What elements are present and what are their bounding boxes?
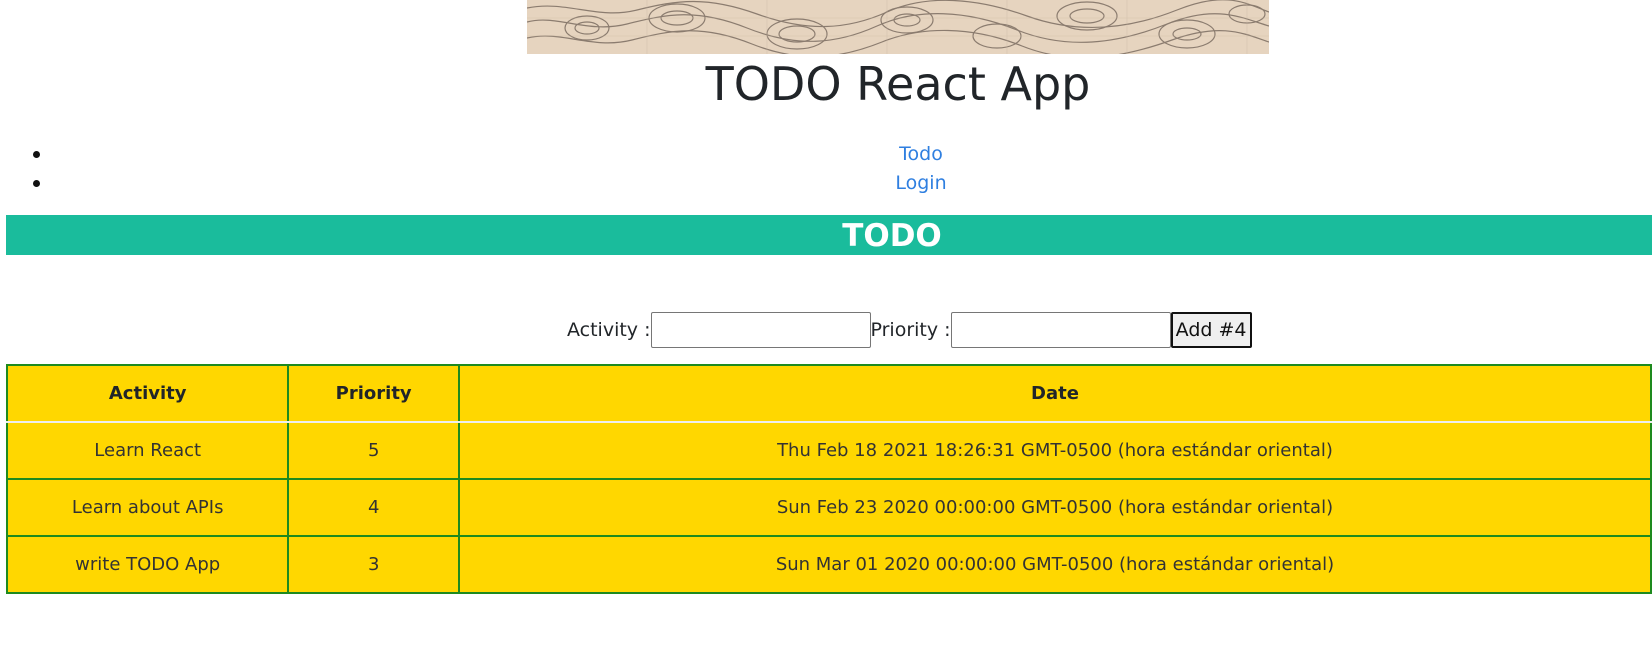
bullet-icon xyxy=(33,180,40,187)
cell-date-text: Sun Feb 23 2020 00:00:00 GMT-0500 (hora … xyxy=(776,497,1334,518)
add-todo-form: Activity : Priority : Add #4 xyxy=(567,312,1252,348)
column-header-priority: Priority xyxy=(287,364,460,423)
cell-activity: Learn React xyxy=(5,421,290,480)
nav-link-todo[interactable]: Todo xyxy=(899,143,943,165)
column-header-date: Date xyxy=(457,364,1652,423)
cell-activity: Learn about APIs xyxy=(5,478,290,537)
nav-item-todo: Todo xyxy=(0,140,1652,169)
column-header-date-label: Date xyxy=(1031,383,1079,404)
bullet-icon xyxy=(33,151,40,158)
add-todo-button[interactable]: Add #4 xyxy=(1170,312,1252,348)
cell-activity: write TODO App xyxy=(5,535,290,594)
cell-priority: 3 xyxy=(287,535,460,594)
nav-item-login: Login xyxy=(0,169,1652,198)
table-row: write TODO App 3 Sun Mar 01 2020 00:00:0… xyxy=(5,535,1652,594)
activity-input[interactable] xyxy=(650,312,871,348)
nav-link-login[interactable]: Login xyxy=(895,172,946,194)
cell-date: Thu Feb 18 2021 18:26:31 GMT-0500 (hora … xyxy=(457,421,1652,480)
cell-date: Sun Mar 01 2020 00:00:00 GMT-0500 (hora … xyxy=(457,535,1652,594)
column-header-activity: Activity xyxy=(5,364,290,423)
topographic-banner-image xyxy=(527,0,1269,54)
priority-input[interactable] xyxy=(950,312,1171,348)
todo-app-page: TODO React App Todo Login TODO Activity … xyxy=(0,0,1652,668)
section-header-bar: TODO xyxy=(6,215,1652,255)
cell-priority: 4 xyxy=(287,478,460,537)
cell-date-text: Thu Feb 18 2021 18:26:31 GMT-0500 (hora … xyxy=(777,440,1333,461)
section-title: TODO xyxy=(842,218,942,254)
app-title: TODO React App xyxy=(705,57,1091,111)
priority-label: Priority : xyxy=(870,319,951,341)
cell-priority: 5 xyxy=(287,421,460,480)
nav-list: Todo Login xyxy=(0,140,1652,198)
cell-date: Sun Feb 23 2020 00:00:00 GMT-0500 (hora … xyxy=(457,478,1652,537)
table-row: Learn about APIs 4 Sun Feb 23 2020 00:00… xyxy=(5,478,1652,537)
todo-table: Activity Priority Date Learn React 5 Thu… xyxy=(5,364,1652,594)
cell-date-text: Sun Mar 01 2020 00:00:00 GMT-0500 (hora … xyxy=(775,554,1335,575)
table-header-row: Activity Priority Date xyxy=(5,364,1652,423)
activity-label: Activity : xyxy=(567,319,651,341)
table-row: Learn React 5 Thu Feb 18 2021 18:26:31 G… xyxy=(5,421,1652,480)
